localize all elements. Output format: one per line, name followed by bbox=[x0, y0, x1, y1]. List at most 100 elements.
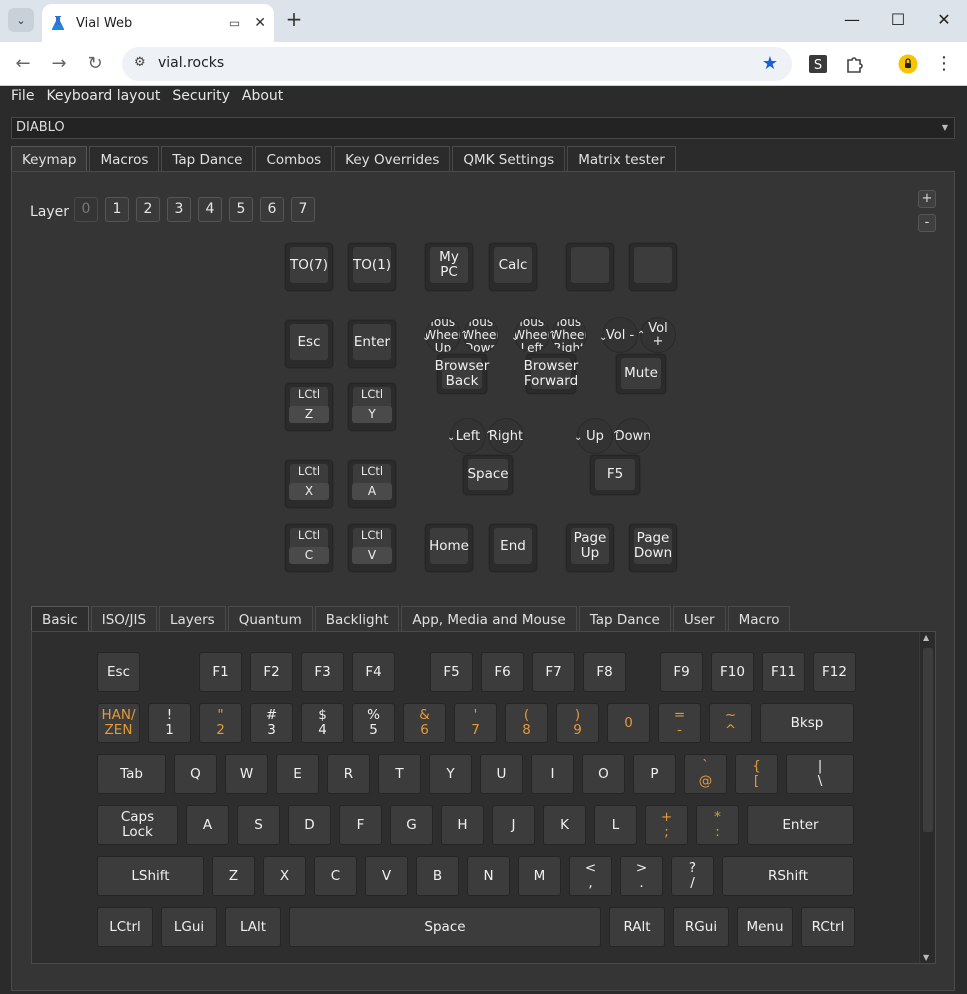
keycode-button[interactable]: W bbox=[225, 754, 268, 794]
minimize-button[interactable]: — bbox=[838, 8, 866, 32]
keycode-button[interactable]: Space bbox=[289, 907, 601, 947]
tab-backlight[interactable]: Backlight bbox=[314, 606, 400, 632]
keycode-button[interactable]: & 6 bbox=[403, 703, 446, 743]
keycode-button[interactable]: Q bbox=[174, 754, 217, 794]
keymap-key[interactable]: TO(7) bbox=[285, 243, 333, 291]
keycode-button[interactable]: F7 bbox=[532, 652, 575, 692]
keycode-button[interactable]: LCtrl bbox=[97, 907, 153, 947]
keymap-key[interactable]: LCtl Z bbox=[285, 383, 333, 431]
scroll-thumb[interactable] bbox=[923, 648, 933, 832]
keycode-button[interactable]: = - bbox=[658, 703, 701, 743]
layer-button-7[interactable]: 7 bbox=[291, 197, 315, 222]
keycode-button[interactable]: G bbox=[390, 805, 433, 845]
layer-button-2[interactable]: 2 bbox=[136, 197, 160, 222]
keycode-button[interactable]: ) 9 bbox=[556, 703, 599, 743]
tab-key-overrides[interactable]: Key Overrides bbox=[334, 146, 451, 172]
zoom-in-button[interactable]: + bbox=[918, 190, 936, 208]
keycode-button[interactable]: F3 bbox=[301, 652, 344, 692]
keycode-button[interactable]: Y bbox=[429, 754, 472, 794]
keycode-button[interactable]: F6 bbox=[481, 652, 524, 692]
keycode-button[interactable]: F11 bbox=[762, 652, 805, 692]
keycode-button[interactable]: F bbox=[339, 805, 382, 845]
reload-icon[interactable]: ↻ bbox=[83, 52, 107, 76]
keycode-button[interactable]: ! 1 bbox=[148, 703, 191, 743]
keycode-button[interactable]: X bbox=[263, 856, 306, 896]
tab-macros[interactable]: Macros bbox=[89, 146, 160, 172]
keycode-button[interactable]: E bbox=[276, 754, 319, 794]
tab-combos[interactable]: Combos bbox=[255, 146, 333, 172]
keycode-button[interactable]: F10 bbox=[711, 652, 754, 692]
forward-icon[interactable]: → bbox=[47, 52, 71, 76]
layer-button-3[interactable]: 3 bbox=[167, 197, 191, 222]
keycode-button[interactable]: Menu bbox=[737, 907, 793, 947]
keycode-button[interactable]: S bbox=[237, 805, 280, 845]
keymap-key-blank[interactable] bbox=[566, 243, 614, 291]
keymap-key[interactable]: Enter bbox=[348, 320, 396, 368]
encoder-ccw[interactable]: Mouse Wheel Left bbox=[514, 317, 550, 353]
keycode-button[interactable]: ` @ bbox=[684, 754, 727, 794]
keycode-button[interactable]: M bbox=[518, 856, 561, 896]
profile-avatar-icon[interactable] bbox=[898, 54, 918, 74]
keycode-button[interactable]: N bbox=[467, 856, 510, 896]
tab-quantum[interactable]: Quantum bbox=[227, 606, 313, 632]
keymap-key[interactable]: Calc bbox=[489, 243, 537, 291]
encoder-cw[interactable]: Down bbox=[615, 418, 651, 454]
keymap-key[interactable]: LCtl C bbox=[285, 524, 333, 572]
tab-app-media-mouse[interactable]: App, Media and Mouse bbox=[401, 606, 577, 632]
keycode-button[interactable]: T bbox=[378, 754, 421, 794]
layer-button-5[interactable]: 5 bbox=[229, 197, 253, 222]
encoder-ccw[interactable]: Vol - bbox=[602, 317, 638, 353]
layer-button-0[interactable]: 0 bbox=[74, 197, 98, 222]
keycode-button[interactable]: HAN/ZEN bbox=[97, 703, 140, 743]
keycode-button[interactable]: F5 bbox=[430, 652, 473, 692]
tab-user[interactable]: User bbox=[672, 606, 726, 632]
bookmark-star-icon[interactable]: ★ bbox=[762, 53, 778, 74]
keycode-button[interactable]: F8 bbox=[583, 652, 626, 692]
keycode-button[interactable]: O bbox=[582, 754, 625, 794]
encoder-press-key[interactable]: F5 bbox=[590, 455, 640, 495]
keymap-key[interactable]: End bbox=[489, 524, 537, 572]
keycode-button[interactable]: F2 bbox=[250, 652, 293, 692]
tab-tap-dance[interactable]: Tap Dance bbox=[161, 146, 254, 172]
new-tab-button[interactable]: + bbox=[284, 9, 304, 31]
keycode-button[interactable]: RShift bbox=[722, 856, 854, 896]
keymap-key[interactable]: LCtl A bbox=[348, 460, 396, 508]
keycode-button[interactable]: RGui bbox=[673, 907, 729, 947]
keycode-button[interactable]: {[ bbox=[735, 754, 778, 794]
scroll-down-icon[interactable]: ▼ bbox=[923, 953, 929, 962]
zoom-out-button[interactable]: - bbox=[918, 214, 936, 232]
encoder-press-key[interactable]: Mute bbox=[616, 354, 666, 394]
encoder-cw[interactable]: Right bbox=[488, 418, 524, 454]
keycode-button[interactable]: 0 bbox=[607, 703, 650, 743]
maximize-button[interactable]: ☐ bbox=[884, 8, 912, 32]
keycode-button[interactable]: P bbox=[633, 754, 676, 794]
keycode-button[interactable]: U bbox=[480, 754, 523, 794]
keycode-button[interactable]: Bksp bbox=[760, 703, 854, 743]
keymap-key-blank[interactable] bbox=[629, 243, 677, 291]
tab-qmk-settings[interactable]: QMK Settings bbox=[452, 146, 566, 172]
keycode-button[interactable]: Enter bbox=[747, 805, 854, 845]
keycode-button[interactable]: <, bbox=[569, 856, 612, 896]
keycode-button[interactable]: J bbox=[492, 805, 535, 845]
keycode-button[interactable]: >. bbox=[620, 856, 663, 896]
encoder-cw[interactable]: Vol + bbox=[640, 317, 676, 353]
tab-search-button[interactable]: ⌄ bbox=[8, 8, 34, 32]
tab-basic[interactable]: Basic bbox=[31, 606, 89, 632]
window-close-button[interactable]: ✕ bbox=[930, 8, 958, 32]
layer-button-4[interactable]: 4 bbox=[198, 197, 222, 222]
keycode-button[interactable]: LGui bbox=[161, 907, 217, 947]
keycode-button[interactable]: C bbox=[314, 856, 357, 896]
keymap-key[interactable]: My PC bbox=[425, 243, 473, 291]
keycode-button[interactable]: F12 bbox=[813, 652, 856, 692]
tab-keymap[interactable]: Keymap bbox=[11, 146, 88, 172]
encoder-press-key[interactable]: Browser Back bbox=[435, 354, 489, 394]
extension-s-icon[interactable]: S bbox=[808, 54, 828, 74]
keycode-button[interactable]: #3 bbox=[250, 703, 293, 743]
keycode-scrollbar[interactable]: ▲ ▼ bbox=[919, 632, 935, 963]
keycode-button[interactable]: B bbox=[416, 856, 459, 896]
menu-file[interactable]: File bbox=[0, 87, 40, 107]
keymap-key[interactable]: LCtl Y bbox=[348, 383, 396, 431]
keycode-button[interactable]: R bbox=[327, 754, 370, 794]
keymap-key[interactable]: Page Up bbox=[566, 524, 614, 572]
keycode-button[interactable]: % 5 bbox=[352, 703, 395, 743]
